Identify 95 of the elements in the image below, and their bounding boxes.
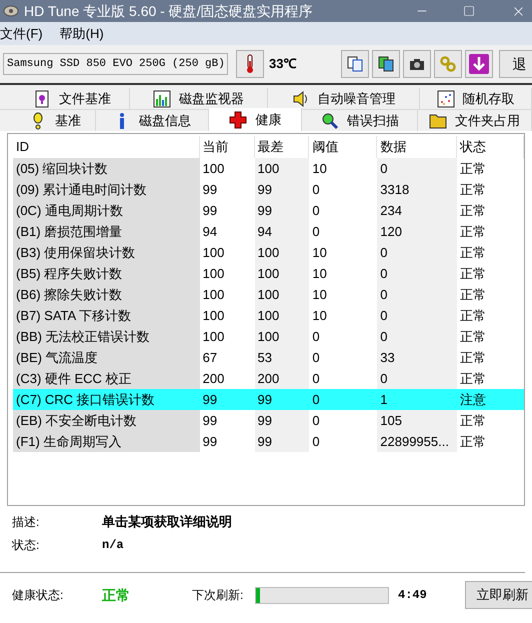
document-icon [33,90,51,108]
copy-icon [378,56,394,72]
drive-select[interactable]: Samsung SSD 850 EVO 250G (250 gB) [3,53,228,75]
table-cell: (05) 缩回块计数 [13,158,200,179]
table-row[interactable]: (B6) 擦除失败计数 100 100 10 0 正常 [13,284,524,305]
table-row[interactable]: (BB) 无法校正错误计数 100 100 0 0 正常 [13,326,524,347]
table-cell: (B5) 程序失败计数 [13,263,200,284]
table-cell-text: 1 [379,390,389,409]
table-cell-text: 注意 [459,390,488,409]
table-cell: 105 [377,410,458,431]
save-button[interactable] [465,50,494,78]
table-row[interactable]: (C7) CRC 接口错误计数 99 99 0 1 注意 [13,389,524,410]
maximize-icon[interactable] [463,5,475,17]
magnifier-icon [320,112,339,130]
copy-button[interactable] [341,50,370,78]
temperature-reading: 33℃ [269,55,296,74]
plus-icon [229,110,248,128]
table-cell: 234 [377,200,458,221]
table-row[interactable]: (BE) 气流温度 67 53 0 33 正常 [13,347,524,368]
table-cell: (F1) 生命周期写入 [13,431,200,452]
description-text: 单击某项获取详细说明 [102,513,232,532]
status-label: 状态: [12,537,40,554]
screenshot-button[interactable] [403,50,432,78]
status-text: n/a [102,537,124,554]
description-label: 描述: [12,514,40,531]
scatter-icon [436,90,454,108]
camera-icon [409,57,426,71]
table-cell: 0 [377,305,458,326]
table-row[interactable]: (B3) 使用保留块计数 100 100 10 0 正常 [13,242,524,263]
countdown: 4:49 [398,587,428,604]
table-cell: 22899955... [377,431,458,452]
table-cell: (B3) 使用保留块计数 [13,242,200,263]
menu-item[interactable]: 帮助(H) [60,24,104,44]
table-cell: 100 [254,284,310,305]
table-cell: (C3) 硬件 ECC 校正 [13,368,200,389]
table-cell-text: (C7) CRC 接口错误计数 [15,390,156,409]
table-cell: 33 [377,347,458,368]
table-cell: (BE) 气流温度 [13,347,200,368]
refresh-label: 下次刷新: [192,587,244,604]
disk-icon [3,4,19,18]
window-title: HD Tune 专业版 5.60 - 硬盘/固态硬盘实用程序 [24,2,314,20]
table-cell: 0 [377,326,458,347]
table-cell: (B7) SATA 下移计数 [13,305,200,326]
table-cell-text: 99 [256,390,273,409]
table-cell-text: 99 [202,390,218,409]
table-row[interactable]: (EB) 不安全断电计数 99 99 0 105 正常 [13,410,524,431]
table-cell: (0C) 通电周期计数 [13,200,200,221]
table-cell: 0 [377,158,458,179]
table-row[interactable]: (0C) 通电周期计数 99 99 0 234 正常 [13,200,524,221]
table-cell: (B1) 磨损范围增量 [13,221,200,242]
table-cell: 120 [377,221,458,242]
table-cell: 0 [377,263,458,284]
table-cell: 100 [254,242,310,263]
table-row[interactable]: (B1) 磨损范围增量 94 94 0 120 正常 [13,221,524,242]
table-row[interactable]: (09) 累计通电时间计数 99 99 0 3318 正常 [13,179,524,200]
table-cell: 0 [377,284,458,305]
chain-icon [440,56,456,72]
health-label: 健康状态: [12,587,64,604]
table-cell: 0 [377,242,458,263]
table-row[interactable]: (F1) 生命周期写入 99 99 0 22899955... 正常 [13,431,524,452]
table-row[interactable]: (B5) 程序失败计数 100 100 10 0 正常 [13,263,524,284]
table-cell: (B6) 擦除失败计数 [13,284,200,305]
table-cell-text: 0 [311,390,321,409]
table-row[interactable]: (C3) 硬件 ECC 校正 200 200 0 0 正常 [13,368,524,389]
table-cell: 99 [254,200,310,221]
table-cell: (EB) 不安全断电计数 [13,410,200,431]
speaker-icon [292,90,310,108]
refresh-button[interactable]: 立即刷新 [465,581,532,609]
thermometer-icon [245,54,255,74]
info-icon [119,112,126,128]
table-row[interactable]: (05) 缩回块计数 100 100 10 0 正常 [13,158,524,179]
copy-all-button[interactable] [372,50,400,78]
menu-item[interactable]: 文件(F) [0,24,43,44]
download-icon [468,53,490,75]
table-cell: 99 [254,410,310,431]
table-cell: 0 [377,368,458,389]
table-cell: 100 [254,326,310,347]
exit-button[interactable]: 退 [499,50,532,78]
table-cell: 53 [254,347,310,368]
table-cell: 100 [254,305,310,326]
table-cell: 200 [254,368,310,389]
thermometer-button[interactable] [236,50,264,78]
table-cell: 99 [254,431,310,452]
tab[interactable]: 健康 [209,108,302,131]
bar-chart-icon [153,90,171,108]
table-cell: 94 [254,221,310,242]
health-status: 正常 [102,586,131,604]
table-cell: 100 [254,263,310,284]
table-cell: 99 [254,179,310,200]
table-cell: 3318 [377,179,458,200]
table-row[interactable]: (B7) SATA 下移计数 100 100 10 0 正常 [13,305,524,326]
table-cell: 100 [254,158,310,179]
table-cell: (BB) 无法校正错误计数 [13,326,200,347]
copy-icon [347,56,364,72]
table-cell: (09) 累计通电时间计数 [13,179,200,200]
